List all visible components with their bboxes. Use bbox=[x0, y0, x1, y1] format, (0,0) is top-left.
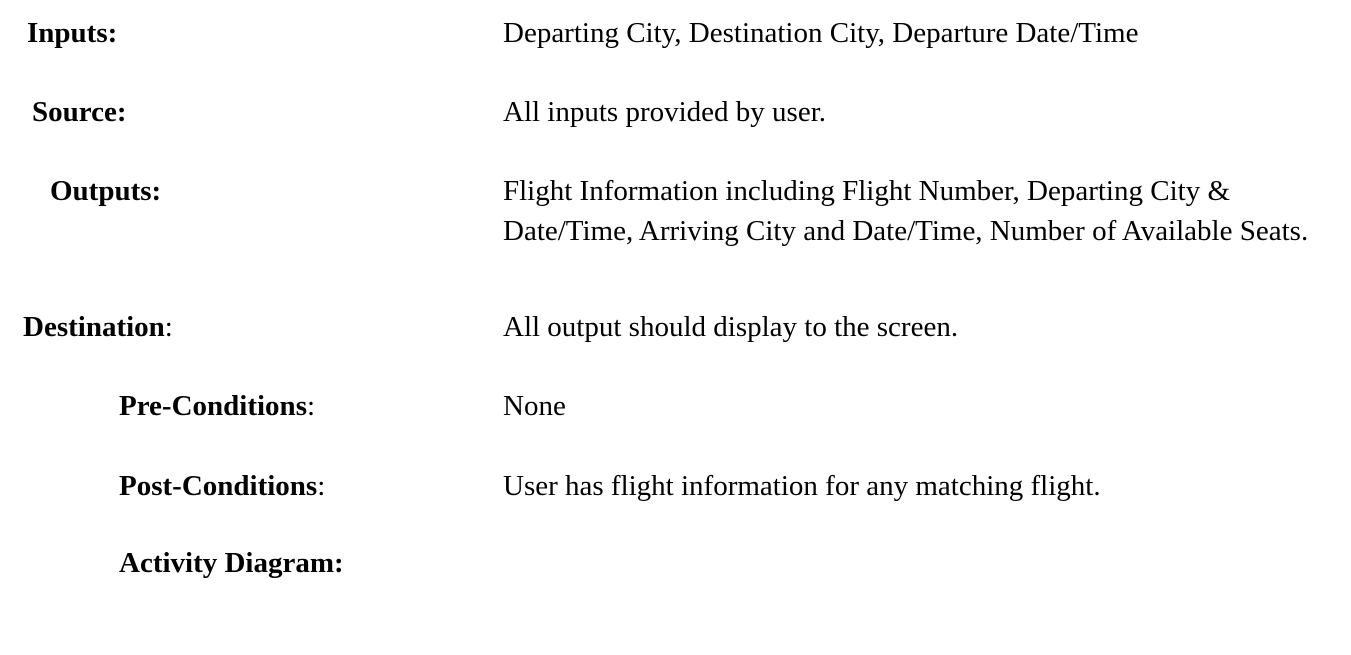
source-value: All inputs provided by user. bbox=[503, 96, 827, 128]
post-conditions-value: User has flight information for any matc… bbox=[503, 470, 1101, 502]
inputs-value: Departing City, Destination City, Depart… bbox=[503, 17, 1139, 49]
source-label-text: Source: bbox=[32, 96, 127, 128]
destination-label: Destination: bbox=[23, 307, 173, 347]
post-conditions-label: Post-Conditions: bbox=[119, 466, 325, 506]
activity-diagram-label: Activity Diagram: bbox=[119, 543, 344, 583]
use-case-document: Inputs: Departing City, Destination City… bbox=[0, 0, 1351, 655]
inputs-label: Inputs: bbox=[27, 13, 117, 53]
pre-conditions-value: None bbox=[503, 390, 566, 422]
activity-diagram-label-text: Activity Diagram: bbox=[119, 547, 344, 579]
destination-value: All output should display to the screen. bbox=[503, 311, 959, 343]
pre-conditions-label-text: Pre-Conditions bbox=[119, 390, 307, 422]
inputs-label-text: Inputs: bbox=[27, 17, 118, 49]
outputs-label-text: Outputs: bbox=[50, 175, 162, 207]
post-conditions-label-text: Post-Conditions bbox=[119, 470, 318, 502]
pre-conditions-label-suffix: : bbox=[306, 390, 316, 422]
source-label: Source: bbox=[32, 92, 127, 132]
outputs-label: Outputs: bbox=[50, 171, 161, 211]
outputs-value: Flight Information including Flight Numb… bbox=[503, 175, 1309, 247]
destination-label-suffix: : bbox=[164, 311, 173, 343]
pre-conditions-label: Pre-Conditions: bbox=[119, 386, 315, 426]
destination-label-text: Destination bbox=[23, 311, 165, 343]
post-conditions-label-suffix: : bbox=[317, 470, 326, 502]
